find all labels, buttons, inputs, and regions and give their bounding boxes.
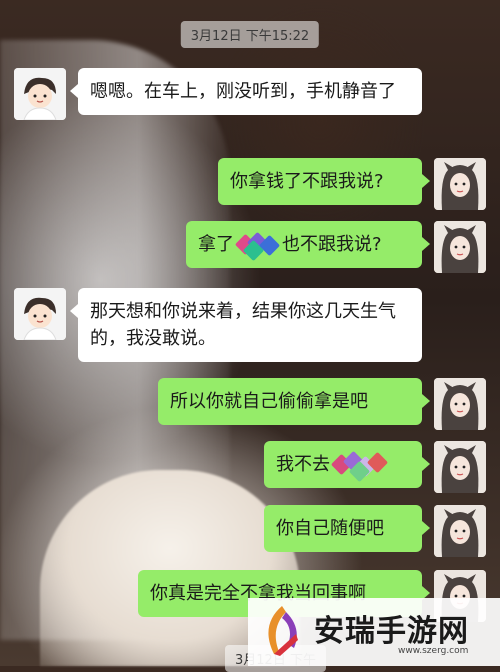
user-avatar[interactable] bbox=[434, 158, 486, 210]
user-avatar[interactable] bbox=[434, 221, 486, 273]
user-avatar[interactable] bbox=[434, 441, 486, 493]
girl-avatar-icon bbox=[434, 221, 486, 273]
message-text: 嗯嗯。在车上，刚没听到，手机静音了 bbox=[90, 81, 396, 102]
message-bubble[interactable]: 嗯嗯。在车上，刚没听到，手机静音了 bbox=[70, 68, 422, 115]
girl-avatar-icon bbox=[434, 378, 486, 430]
message-bubble[interactable]: 你自己随便吧 bbox=[264, 505, 430, 552]
girl-avatar-icon bbox=[434, 505, 486, 557]
message-text: 你自己随便吧 bbox=[276, 518, 384, 539]
contact-avatar[interactable] bbox=[14, 288, 66, 340]
girl-avatar-icon bbox=[434, 441, 486, 493]
timestamp: 3月12日 下午15:22 bbox=[180, 21, 320, 48]
user-avatar[interactable] bbox=[434, 505, 486, 557]
watermark: 安瑞手游网 www.szerg.com bbox=[248, 598, 500, 666]
user-avatar[interactable] bbox=[434, 378, 486, 430]
message-text-before: 我不去 bbox=[276, 454, 330, 475]
girl-avatar-icon bbox=[434, 158, 486, 210]
contact-avatar[interactable] bbox=[14, 68, 66, 120]
message-bubble[interactable]: 你拿钱了不跟我说? bbox=[218, 158, 430, 205]
watermark-brand: 安瑞手游网 bbox=[314, 614, 469, 649]
message-text: 那天想和你说来着，结果你这几天生气的，我没敢说。 bbox=[90, 301, 396, 349]
message-text-after: 也不跟我说? bbox=[282, 234, 382, 255]
message-text: 你拿钱了不跟我说? bbox=[230, 171, 384, 192]
boy-avatar-icon bbox=[14, 288, 66, 340]
message-bubble[interactable]: 所以你就自己偷偷拿是吧 bbox=[158, 378, 430, 425]
redaction-mosaic bbox=[330, 450, 392, 483]
message-bubble[interactable]: 我不去 bbox=[264, 441, 430, 488]
boy-avatar-icon bbox=[14, 68, 66, 120]
message-text: 所以你就自己偷偷拿是吧 bbox=[170, 391, 368, 412]
brand-logo-icon bbox=[268, 606, 298, 656]
watermark-url: www.szerg.com bbox=[398, 646, 469, 656]
message-text-before: 拿了 bbox=[198, 234, 234, 255]
message-bubble[interactable]: 拿了 也不跟我说? bbox=[186, 221, 430, 268]
message-bubble[interactable]: 那天想和你说来着，结果你这几天生气的，我没敢说。 bbox=[70, 288, 422, 362]
redaction-mosaic bbox=[234, 231, 281, 262]
